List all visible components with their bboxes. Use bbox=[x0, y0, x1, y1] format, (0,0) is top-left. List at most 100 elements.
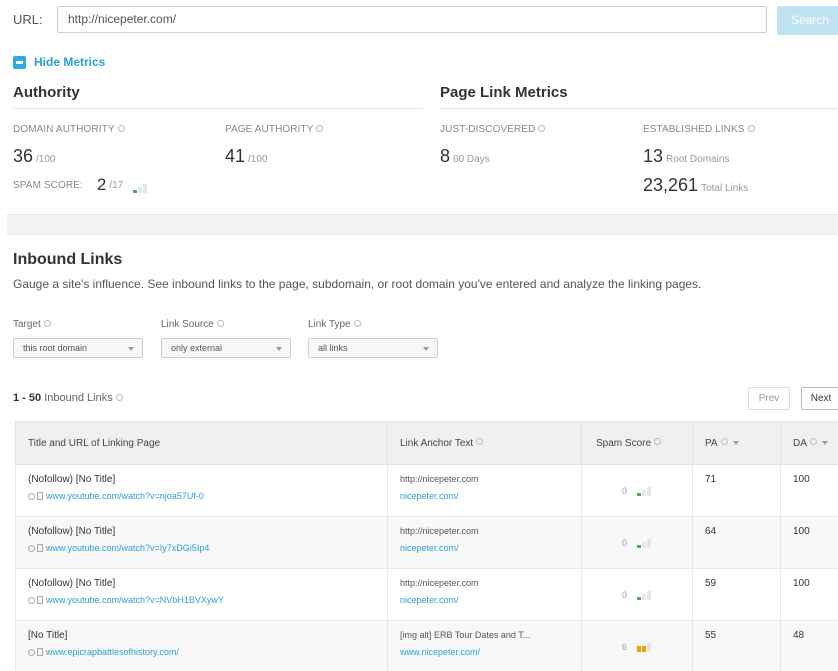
da-value: 100 bbox=[793, 578, 810, 589]
url-label: URL: bbox=[13, 12, 43, 27]
inbound-links-description: Gauge a site's influence. See inbound li… bbox=[13, 277, 702, 291]
link-source-select[interactable]: only external bbox=[161, 338, 291, 358]
da-value: 48 bbox=[793, 630, 805, 641]
spam-score-bar bbox=[637, 590, 652, 600]
anchor-text: http://nicepeter.com bbox=[400, 474, 479, 484]
just-discovered-label: JUST-DISCOVERED bbox=[440, 124, 546, 135]
search-icon[interactable] bbox=[28, 648, 35, 656]
page-authority-value: 41/100 bbox=[225, 146, 268, 166]
prev-button[interactable]: Prev bbox=[748, 387, 790, 410]
table-row: [No Title] www.epicrapbattlesofhistory.c… bbox=[15, 620, 838, 671]
link-title: (Nofollow) [No Title] bbox=[28, 526, 116, 537]
section-divider-band bbox=[7, 214, 838, 235]
pa-value: 55 bbox=[705, 630, 717, 641]
pa-value: 59 bbox=[705, 578, 717, 589]
spam-score-bar bbox=[637, 486, 652, 496]
total-links-value: 23,261 Total Links bbox=[643, 175, 749, 195]
chevron-down-icon bbox=[276, 347, 282, 351]
just-discovered-value: 8 60 Days bbox=[440, 146, 490, 166]
inbound-links-count: 1 - 50 Inbound Links bbox=[13, 392, 123, 404]
sort-icon bbox=[821, 440, 828, 445]
spam-score: SPAM SCORE: 2 /17 bbox=[13, 175, 148, 195]
info-icon[interactable] bbox=[43, 319, 51, 327]
spam-score-cell: 6 bbox=[622, 642, 652, 653]
target-select[interactable]: this root domain bbox=[13, 338, 143, 358]
link-url[interactable]: www.youtube.com/watch?v=NVbH1BVXywY bbox=[46, 595, 224, 605]
link-type-label: Link Type bbox=[308, 319, 361, 330]
root-domains-value: 13 Root Domains bbox=[643, 146, 730, 166]
page-icon[interactable] bbox=[37, 596, 43, 604]
table-row: (Nofollow) [No Title] www.youtube.com/wa… bbox=[15, 516, 838, 569]
info-icon[interactable] bbox=[117, 124, 125, 132]
domain-authority-label: DOMAIN AUTHORITY bbox=[13, 124, 125, 135]
spam-score-value: 2 bbox=[96, 175, 107, 194]
target-label: Target bbox=[13, 319, 51, 330]
page: URL: http://nicepeter.com/ Search Hide M… bbox=[0, 0, 838, 671]
column-header-da[interactable]: DA bbox=[780, 421, 838, 465]
url-input[interactable]: http://nicepeter.com/ bbox=[57, 6, 767, 33]
info-icon[interactable] bbox=[316, 124, 324, 132]
hide-metrics-toggle[interactable]: Hide Metrics bbox=[13, 55, 105, 69]
search-icon[interactable] bbox=[28, 544, 35, 552]
info-icon[interactable] bbox=[476, 438, 484, 446]
page-link-metrics-title: Page Link Metrics bbox=[440, 84, 568, 101]
spam-score-cell: 0 bbox=[622, 590, 652, 601]
anchor-url[interactable]: www.nicepeter.com/ bbox=[400, 647, 581, 657]
info-icon[interactable] bbox=[115, 393, 123, 401]
spam-score-cell: 0 bbox=[622, 538, 652, 549]
page-icon[interactable] bbox=[37, 492, 43, 500]
sort-icon bbox=[732, 440, 739, 445]
search-icon[interactable] bbox=[28, 492, 35, 500]
info-icon[interactable] bbox=[654, 438, 662, 446]
spam-score-label: SPAM SCORE: bbox=[13, 179, 83, 191]
inbound-links-title: Inbound Links bbox=[13, 251, 123, 268]
info-icon[interactable] bbox=[747, 124, 755, 132]
table-row: (Nofollow) [No Title] www.youtube.com/wa… bbox=[15, 568, 838, 621]
info-icon[interactable] bbox=[353, 319, 361, 327]
collapse-icon bbox=[13, 55, 26, 69]
page-icon[interactable] bbox=[37, 544, 43, 552]
info-icon[interactable] bbox=[809, 438, 817, 446]
authority-divider bbox=[13, 108, 423, 109]
anchor-url[interactable]: nicepeter.com/ bbox=[400, 491, 581, 501]
column-header-anchor-text[interactable]: Link Anchor Text bbox=[387, 421, 582, 465]
search-button[interactable]: Search bbox=[777, 6, 838, 35]
table-header-row: Title and URL of Linking Page Link Ancho… bbox=[15, 421, 838, 465]
column-header-pa[interactable]: PA bbox=[692, 421, 781, 465]
search-icon[interactable] bbox=[28, 596, 35, 604]
da-value: 100 bbox=[793, 474, 810, 485]
chevron-down-icon bbox=[128, 347, 134, 351]
inbound-links-table: Title and URL of Linking Page Link Ancho… bbox=[15, 421, 838, 671]
column-header-title-url[interactable]: Title and URL of Linking Page bbox=[15, 421, 388, 465]
pa-value: 64 bbox=[705, 526, 717, 537]
spam-score-max: /17 bbox=[109, 179, 124, 191]
link-url[interactable]: www.youtube.com/watch?v=njoa57Uf-0 bbox=[46, 491, 204, 501]
link-title: (Nofollow) [No Title] bbox=[28, 474, 116, 485]
link-title: [No Title] bbox=[28, 630, 68, 641]
pa-value: 71 bbox=[705, 474, 717, 485]
spam-score-cell: 0 bbox=[622, 486, 652, 497]
established-links-label: ESTABLISHED LINKS bbox=[643, 124, 755, 135]
link-title: (Nofollow) [No Title] bbox=[28, 578, 116, 589]
column-header-spam-score[interactable]: Spam Score bbox=[581, 421, 693, 465]
anchor-url[interactable]: nicepeter.com/ bbox=[400, 543, 581, 553]
anchor-text: http://nicepeter.com bbox=[400, 578, 479, 588]
anchor-text: [img alt] ERB Tour Dates and T... bbox=[400, 630, 531, 640]
spam-score-bar bbox=[637, 642, 652, 652]
url-row: URL: http://nicepeter.com/ bbox=[13, 6, 767, 33]
info-icon[interactable] bbox=[216, 319, 224, 327]
anchor-url[interactable]: nicepeter.com/ bbox=[400, 595, 581, 605]
info-icon[interactable] bbox=[720, 438, 728, 446]
chevron-down-icon bbox=[423, 347, 429, 351]
spam-score-bar bbox=[637, 538, 652, 548]
page-authority-label: PAGE AUTHORITY bbox=[225, 124, 324, 135]
info-icon[interactable] bbox=[538, 124, 546, 132]
link-url[interactable]: www.epicrapbattlesofhistory.com/ bbox=[46, 647, 179, 657]
link-type-select[interactable]: all links bbox=[308, 338, 438, 358]
page-icon[interactable] bbox=[37, 648, 43, 656]
hide-metrics-label: Hide Metrics bbox=[34, 55, 106, 69]
link-url[interactable]: www.youtube.com/watch?v=Iy7xDGi5Ip4 bbox=[46, 543, 209, 553]
authority-title: Authority bbox=[13, 84, 80, 101]
table-row: (Nofollow) [No Title] www.youtube.com/wa… bbox=[15, 464, 838, 517]
next-button[interactable]: Next bbox=[801, 387, 838, 410]
